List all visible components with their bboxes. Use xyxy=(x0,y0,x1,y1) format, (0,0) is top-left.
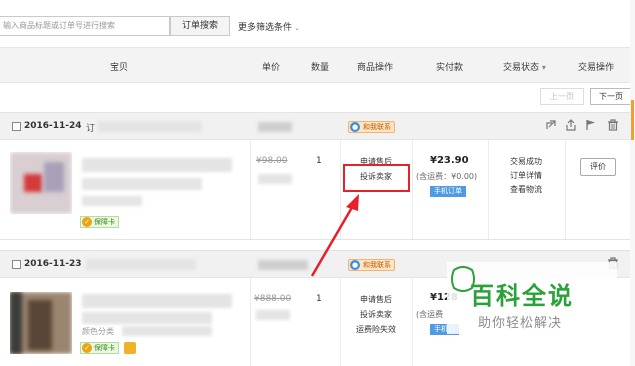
contact-seller-tag[interactable]: ● 和我联系 xyxy=(348,259,395,271)
apply-after-sale-link[interactable]: 申请售后 xyxy=(341,294,411,305)
complain-seller-link[interactable]: 投诉卖家 xyxy=(341,309,411,320)
color-variant-label: 颜色分类 xyxy=(82,327,114,336)
blurred-order-number xyxy=(86,259,196,270)
watermark-title: 百科全说 xyxy=(470,282,574,310)
shipping-fee: (含运费 xyxy=(416,310,444,319)
guarantee-card-badge[interactable]: ✓ 保障卡 xyxy=(80,216,119,228)
blurred-product-title xyxy=(82,294,232,308)
order-search-button[interactable]: 订单搜索 xyxy=(170,16,230,36)
col-item: 宝贝 xyxy=(110,63,129,73)
shipping-insurance-status: 运费险失效 xyxy=(356,325,396,334)
mobile-order-tag: 手机订单 xyxy=(430,186,466,197)
blurred-product-title xyxy=(82,158,232,172)
divider xyxy=(488,140,489,239)
col-quantity: 数量 xyxy=(311,63,330,73)
divider xyxy=(250,278,251,366)
order-checkbox[interactable] xyxy=(12,122,21,131)
next-page-button[interactable]: 下一页 xyxy=(590,88,632,105)
product-thumbnail[interactable] xyxy=(10,152,72,214)
divider xyxy=(412,278,413,366)
col-paid: 实付款 xyxy=(436,63,464,73)
view-logistics-link[interactable]: 查看物流 xyxy=(496,184,556,195)
quantity: 1 xyxy=(316,294,322,304)
chat-icon: ● xyxy=(350,260,360,270)
col-unit-price: 单价 xyxy=(262,63,281,73)
trade-status-label: 交易状态 xyxy=(503,63,540,73)
col-item-actions: 商品操作 xyxy=(357,63,394,73)
order-header: 2016-11-24 订 ● 和我联系 xyxy=(0,112,630,140)
divider xyxy=(565,140,566,239)
col-trade-status[interactable]: 交易状态 ▾ xyxy=(503,60,546,73)
trade-status: 交易成功 xyxy=(510,157,542,166)
more-filters-label: 更多筛选条件 xyxy=(238,23,293,33)
guarantee-icon: ✓ xyxy=(82,217,92,227)
divider xyxy=(412,140,413,239)
upload-icon[interactable] xyxy=(564,119,578,133)
watermark-subtitle: 助你轻松解决 xyxy=(478,316,563,331)
blurred-shop-name xyxy=(258,122,292,132)
order-table-header: 宝贝 单价 数量 商品操作 实付款 交易状态 ▾ 交易操作 xyxy=(0,47,635,83)
divider xyxy=(340,278,341,366)
guarantee-label: 保障卡 xyxy=(94,218,115,226)
original-price: ¥888.00 xyxy=(254,294,292,304)
blurred-discount-price xyxy=(256,310,290,320)
contact-seller-label: 和我联系 xyxy=(363,123,391,131)
shipping-fee: (含运费：¥0.00) xyxy=(416,172,478,181)
order-date: 2016-11-24 xyxy=(24,121,82,131)
badge-icon xyxy=(124,342,136,354)
contact-seller-tag[interactable]: ● 和我联系 xyxy=(348,121,395,133)
blurred-product-title xyxy=(82,178,202,190)
blurred-order-number xyxy=(98,121,202,132)
blurred-color-value xyxy=(122,326,212,336)
chevron-down-icon: ⌄ xyxy=(294,24,300,32)
blurred-shop-name xyxy=(258,260,308,270)
chat-icon: ● xyxy=(350,122,360,132)
blurred-product-title xyxy=(82,312,212,324)
original-price: ¥98.00 xyxy=(256,156,288,166)
prev-page-button[interactable]: 上一页 xyxy=(540,88,584,105)
guarantee-label: 保障卡 xyxy=(94,344,115,352)
order-checkbox[interactable] xyxy=(12,260,21,269)
scrollbar-track[interactable] xyxy=(630,0,635,366)
flag-icon[interactable] xyxy=(584,119,598,133)
share-icon[interactable] xyxy=(544,119,558,133)
contact-seller-label: 和我联系 xyxy=(363,261,391,269)
paid-amount: ¥23.90 xyxy=(430,155,469,166)
guarantee-icon: ✓ xyxy=(82,343,92,353)
search-input[interactable]: 输入商品标题或订单号进行搜索 xyxy=(0,16,170,36)
caret-down-icon: ▾ xyxy=(541,63,546,72)
guarantee-card-badge[interactable]: ✓ 保障卡 xyxy=(80,342,119,354)
top-search-bar: 输入商品标题或订单号进行搜索 订单搜索 更多筛选条件 ⌄ xyxy=(0,0,635,46)
scrollbar-thumb[interactable] xyxy=(631,100,634,140)
blurred-discount-price xyxy=(258,174,292,184)
order-date: 2016-11-23 xyxy=(24,259,82,269)
col-trade-actions: 交易操作 xyxy=(578,63,615,73)
blurred-product-spec xyxy=(82,196,142,206)
divider xyxy=(250,140,251,239)
more-filters-link[interactable]: 更多筛选条件 ⌄ xyxy=(238,20,300,33)
order-row: ✓ 保障卡 ¥98.00 1 申请售后 投诉卖家 ¥23.90 (含运费：¥0.0… xyxy=(0,140,630,240)
review-button[interactable]: 评价 xyxy=(580,158,616,176)
order-number-label: 订 xyxy=(86,124,96,134)
trash-icon[interactable] xyxy=(606,119,620,133)
order-detail-link[interactable]: 订单详情 xyxy=(496,170,556,181)
product-thumbnail[interactable] xyxy=(10,292,72,354)
divider xyxy=(340,140,341,239)
quantity: 1 xyxy=(316,156,322,166)
highlight-box xyxy=(343,164,410,192)
